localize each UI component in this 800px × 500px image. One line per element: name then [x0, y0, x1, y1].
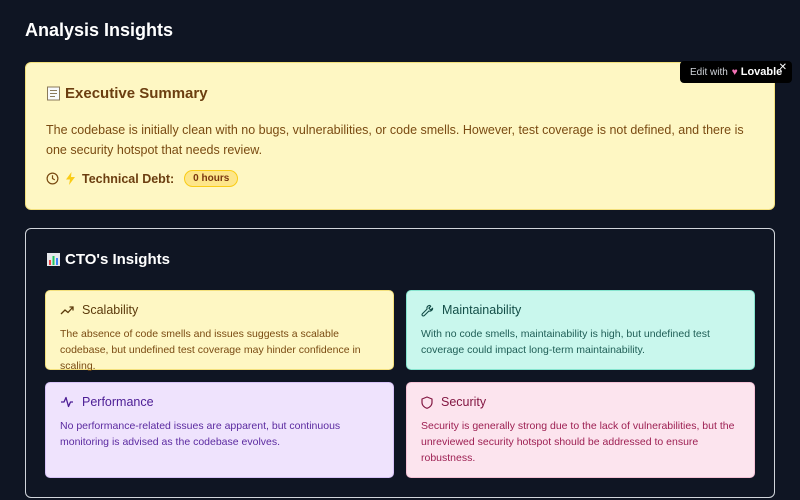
edit-with-lovable-button[interactable]: Edit with ♥ Lovable ✕ — [680, 61, 792, 83]
bar-chart-icon — [46, 252, 61, 267]
performance-text: No performance-related issues are appare… — [60, 420, 341, 448]
maintainability-card: Maintainability With no code smells, mai… — [406, 290, 755, 370]
trending-up-icon — [60, 304, 74, 316]
shield-icon — [421, 395, 433, 409]
maintainability-text: With no code smells, maintainability is … — [421, 328, 710, 356]
technical-debt-row: Technical Debt: 0 hours — [46, 170, 754, 187]
clock-icon — [46, 172, 59, 185]
cto-title: CTO's Insights — [65, 251, 170, 268]
executive-summary-card: Executive Summary The codebase is initia… — [25, 62, 775, 210]
lovable-heart-icon: ♥ — [731, 66, 738, 78]
performance-card: Performance No performance-related issue… — [45, 382, 394, 478]
wrench-icon — [421, 304, 434, 317]
scalability-text: The absence of code smells and issues su… — [60, 328, 361, 372]
security-text: Security is generally strong due to the … — [421, 420, 735, 464]
close-icon[interactable]: ✕ — [779, 62, 787, 73]
cto-heading: CTO's Insights — [46, 251, 754, 268]
lovable-prefix: Edit with — [690, 66, 728, 78]
scalability-card: Scalability The absence of code smells a… — [45, 290, 394, 372]
activity-icon — [60, 396, 74, 408]
security-title: Security — [441, 395, 487, 409]
summary-text: The codebase is initially clean with no … — [46, 123, 744, 157]
lovable-brand: Lovable — [740, 66, 783, 78]
technical-debt-label: Technical Debt: — [82, 171, 175, 186]
security-card: Security Security is generally strong du… — [406, 382, 755, 478]
maintainability-title: Maintainability — [442, 303, 522, 317]
scalability-title: Scalability — [82, 303, 139, 317]
lightning-icon — [65, 172, 76, 185]
cto-insights-panel: CTO's Insights Scalability The absence o… — [25, 228, 775, 498]
memo-icon — [46, 86, 61, 101]
technical-debt-badge: 0 hours — [184, 170, 239, 187]
summary-title: Executive Summary — [65, 85, 208, 102]
performance-title: Performance — [82, 395, 154, 409]
page-title: Analysis Insights — [25, 20, 174, 40]
summary-heading: Executive Summary — [46, 85, 754, 102]
